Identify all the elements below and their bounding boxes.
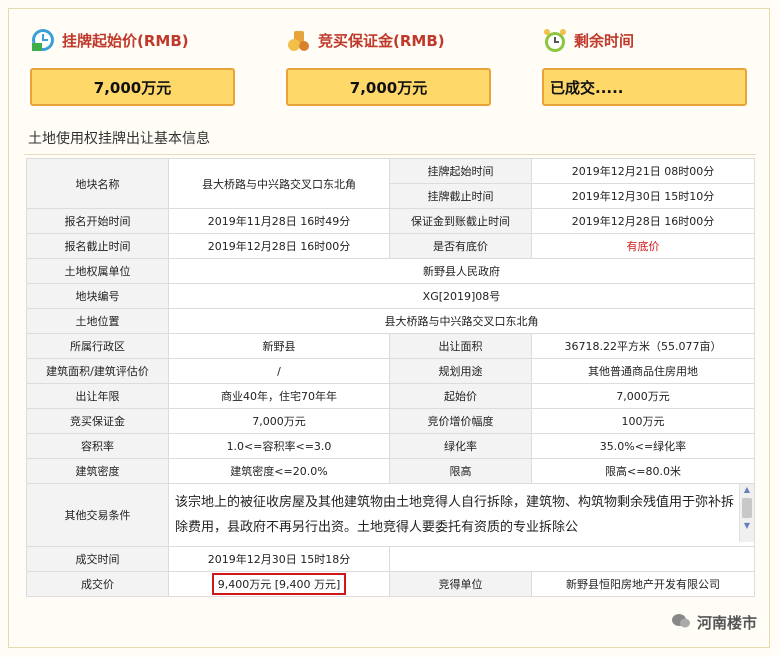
label-other: 其他交易条件 bbox=[26, 483, 169, 547]
label-reserve-price: 是否有底价 bbox=[389, 233, 532, 259]
value-winner: 新野县恒阳房地产开发有限公司 bbox=[531, 571, 755, 597]
value-reg-start: 2019年11月28日 16时49分 bbox=[168, 208, 390, 234]
table-row: 竞买保证金 7,000万元 竞价增价幅度 100万元 bbox=[26, 408, 755, 434]
label-parcel-name: 地块名称 bbox=[26, 158, 169, 209]
label-deposit: 竞买保证金 bbox=[26, 408, 169, 434]
label-deposit-deadline: 保证金到账截止时间 bbox=[389, 208, 532, 234]
remaining-time-value: 已成交..... bbox=[542, 68, 747, 106]
label-owner: 土地权属单位 bbox=[26, 258, 169, 284]
label-deal-time: 成交时间 bbox=[26, 546, 169, 572]
value-listing-end: 2019年12月30日 15时10分 bbox=[531, 183, 755, 209]
table-row: 地块编号 XG[2019]08号 bbox=[26, 283, 755, 309]
label-increment: 竞价增价幅度 bbox=[389, 408, 532, 434]
table-row: 地块名称 县大桥路与中兴路交叉口东北角 挂牌起始时间 2019年12月21日 0… bbox=[26, 158, 755, 209]
label-district: 所属行政区 bbox=[26, 333, 169, 359]
start-price-value: 7,000万元 bbox=[30, 68, 235, 106]
label-listing-start: 挂牌起始时间 bbox=[389, 158, 532, 184]
table-row: 成交时间 2019年12月30日 15时18分 bbox=[26, 546, 755, 572]
table-row: 报名开始时间 2019年11月28日 16时49分 保证金到账截止时间 2019… bbox=[26, 208, 755, 234]
label-reg-start: 报名开始时间 bbox=[26, 208, 169, 234]
other-conditions-text[interactable]: 该宗地上的被征收房屋及其他建筑物由土地竞得人自行拆除，建筑物、构筑物剩余残值用于… bbox=[169, 484, 754, 546]
table-row: 出让年限 商业40年，住宅70年年 起始价 7,000万元 bbox=[26, 383, 755, 409]
divider bbox=[24, 154, 756, 155]
label-deal-price: 成交价 bbox=[26, 571, 169, 597]
table-row: 报名截止时间 2019年12月28日 16时00分 是否有底价 有底价 bbox=[26, 233, 755, 259]
label-parcel-no: 地块编号 bbox=[26, 283, 169, 309]
land-info-table: 地块名称 县大桥路与中兴路交叉口东北角 挂牌起始时间 2019年12月21日 0… bbox=[26, 158, 755, 597]
alarm-clock-icon bbox=[542, 27, 568, 53]
value-density: 建筑密度<=20.0% bbox=[168, 458, 390, 484]
money-clock-icon bbox=[30, 27, 56, 53]
label-green: 绿化率 bbox=[389, 433, 532, 459]
table-row: 建筑密度 建筑密度<=20.0% 限高 限高<=80.0米 bbox=[26, 458, 755, 484]
table-row: 土地位置 县大桥路与中兴路交叉口东北角 bbox=[26, 308, 755, 334]
label-height: 限高 bbox=[389, 458, 532, 484]
value-reserve-price: 有底价 bbox=[531, 233, 755, 259]
table-row: 其他交易条件 该宗地上的被征收房屋及其他建筑物由土地竞得人自行拆除，建筑物、构筑… bbox=[26, 483, 755, 547]
value-term: 商业40年，住宅70年年 bbox=[168, 383, 390, 409]
table-row: 容积率 1.0<=容积率<=3.0 绿化率 35.0%<=绿化率 bbox=[26, 433, 755, 459]
label-listing-end: 挂牌截止时间 bbox=[389, 183, 532, 209]
remaining-time-title: 剩余时间 bbox=[574, 31, 635, 50]
scroll-down-icon[interactable]: ▼ bbox=[740, 520, 754, 532]
deal-price-highlight: 9,400万元 [9,400 万元] bbox=[211, 573, 347, 595]
label-start-price: 起始价 bbox=[389, 383, 532, 409]
value-parcel-name: 县大桥路与中兴路交叉口东北角 bbox=[168, 158, 390, 209]
label-use: 规划用途 bbox=[389, 358, 532, 384]
value-owner: 新野县人民政府 bbox=[168, 258, 755, 284]
value-other-cell: 该宗地上的被征收房屋及其他建筑物由土地竞得人自行拆除，建筑物、构筑物剩余残值用于… bbox=[168, 483, 755, 547]
table-row: 土地权属单位 新野县人民政府 bbox=[26, 258, 755, 284]
value-use: 其他普通商品住房用地 bbox=[531, 358, 755, 384]
watermark: 河南楼市 bbox=[671, 612, 757, 633]
empty-cell bbox=[389, 546, 755, 572]
scroll-thumb[interactable] bbox=[742, 498, 752, 518]
label-density: 建筑密度 bbox=[26, 458, 169, 484]
value-deposit-deadline: 2019年12月28日 16时00分 bbox=[531, 208, 755, 234]
section-title: 土地使用权挂牌出让基本信息 bbox=[28, 131, 210, 147]
label-winner: 竞得单位 bbox=[389, 571, 532, 597]
deposit-title: 竞买保证金(RMB) bbox=[318, 31, 445, 50]
scroll-up-icon[interactable]: ▲ bbox=[740, 484, 754, 496]
value-building-area: / bbox=[168, 358, 390, 384]
remaining-time-panel: 剩余时间 已成交..... bbox=[542, 26, 747, 106]
conditions-scrollbar[interactable]: ▲ ▼ bbox=[739, 484, 754, 542]
value-far: 1.0<=容积率<=3.0 bbox=[168, 433, 390, 459]
value-start-price: 7,000万元 bbox=[531, 383, 755, 409]
value-district: 新野县 bbox=[168, 333, 390, 359]
start-price-title: 挂牌起始价(RMB) bbox=[62, 31, 189, 50]
label-term: 出让年限 bbox=[26, 383, 169, 409]
value-height: 限高<=80.0米 bbox=[531, 458, 755, 484]
watermark-text: 河南楼市 bbox=[696, 614, 757, 632]
value-increment: 100万元 bbox=[531, 408, 755, 434]
other-conditions-content: 该宗地上的被征收房屋及其他建筑物由土地竞得人自行拆除，建筑物、构筑物剩余残值用于… bbox=[175, 495, 735, 535]
value-deal-time: 2019年12月30日 15时18分 bbox=[168, 546, 390, 572]
label-building-area: 建筑面积/建筑评估价 bbox=[26, 358, 169, 384]
value-parcel-no: XG[2019]08号 bbox=[168, 283, 755, 309]
table-row: 成交价 9,400万元 [9,400 万元] 竞得单位 新野县恒阳房地产开发有限… bbox=[26, 571, 755, 597]
label-area: 出让面积 bbox=[389, 333, 532, 359]
table-row: 所属行政区 新野县 出让面积 36718.22平方米（55.077亩） bbox=[26, 333, 755, 359]
value-deal-price-cell: 9,400万元 [9,400 万元] bbox=[168, 571, 390, 597]
label-reg-end: 报名截止时间 bbox=[26, 233, 169, 259]
value-listing-start: 2019年12月21日 08时00分 bbox=[531, 158, 755, 184]
value-green: 35.0%<=绿化率 bbox=[531, 433, 755, 459]
value-area: 36718.22平方米（55.077亩） bbox=[531, 333, 755, 359]
table-row: 建筑面积/建筑评估价 / 规划用途 其他普通商品住房用地 bbox=[26, 358, 755, 384]
value-reg-end: 2019年12月28日 16时00分 bbox=[168, 233, 390, 259]
wechat-icon bbox=[671, 613, 691, 633]
value-deposit: 7,000万元 bbox=[168, 408, 390, 434]
guarantee-icon bbox=[286, 27, 312, 53]
label-far: 容积率 bbox=[26, 433, 169, 459]
deposit-value: 7,000万元 bbox=[286, 68, 491, 106]
start-price-panel: 挂牌起始价(RMB) 7,000万元 bbox=[30, 26, 235, 106]
label-location: 土地位置 bbox=[26, 308, 169, 334]
deposit-panel: 竞买保证金(RMB) 7,000万元 bbox=[286, 26, 491, 106]
value-location: 县大桥路与中兴路交叉口东北角 bbox=[168, 308, 755, 334]
